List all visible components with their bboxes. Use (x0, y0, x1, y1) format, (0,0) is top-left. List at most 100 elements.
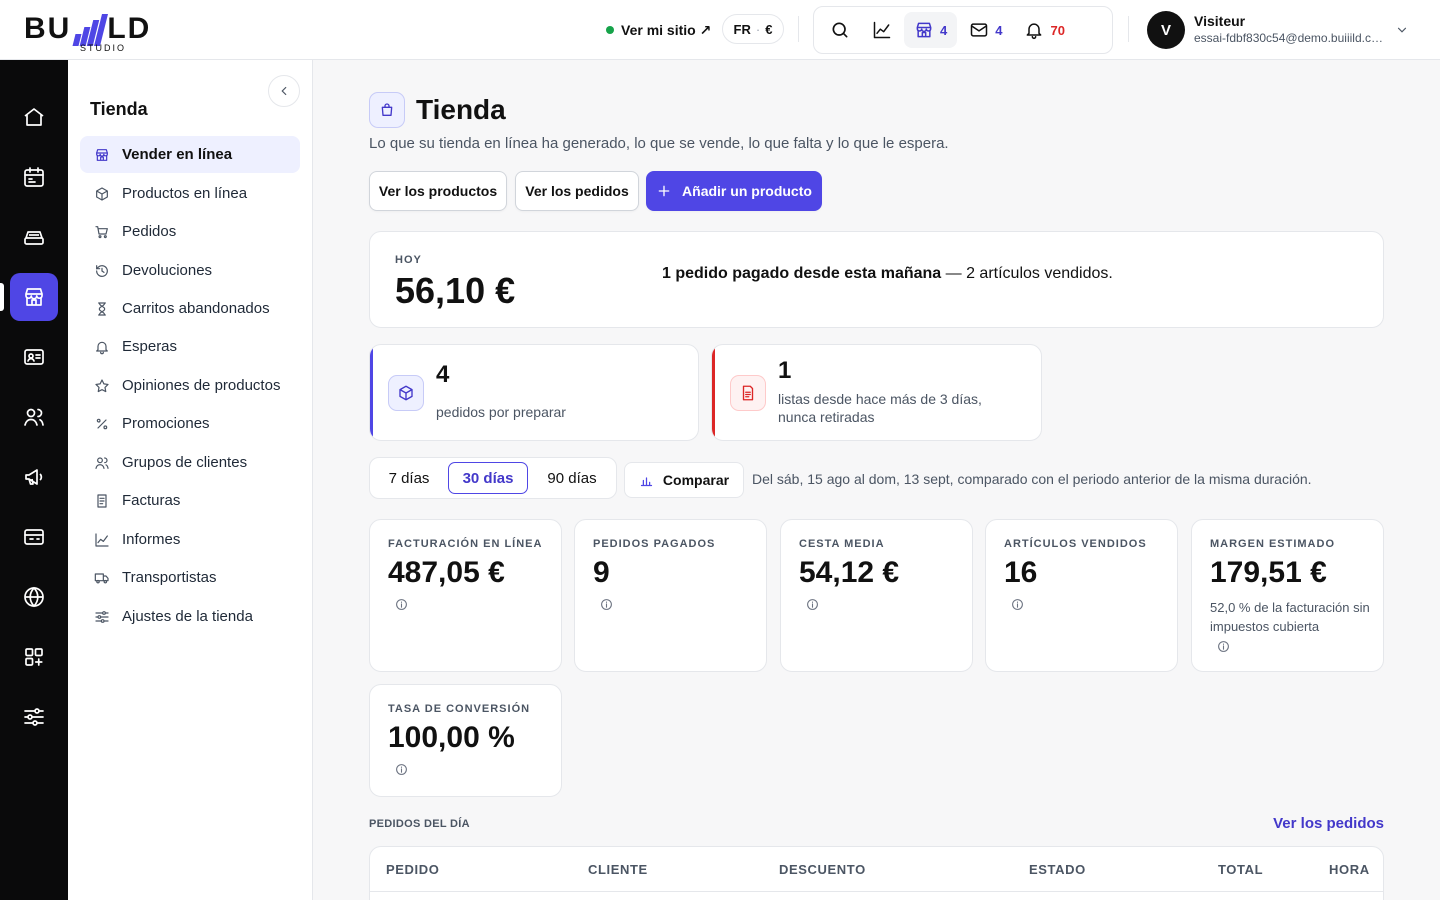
store-icon (22, 285, 46, 309)
today-summary-card: HOY 56,10 € 1 pedido pagado desde esta m… (369, 231, 1384, 328)
today-message-rest: — 2 artículos vendidos. (941, 265, 1113, 282)
rail-users[interactable] (10, 393, 58, 441)
hourglass-icon (94, 301, 110, 317)
rail-website[interactable] (10, 573, 58, 621)
view-orders-link[interactable]: Ver los pedidos (1273, 815, 1384, 832)
sidebar-item-abandoned-carts[interactable]: Carritos abandonados (80, 290, 300, 327)
globe-icon (22, 585, 46, 609)
bar-chart-icon (639, 473, 654, 488)
sidebar-item-returns[interactable]: Devoluciones (80, 252, 300, 289)
sidebar-item-orders[interactable]: Pedidos (80, 213, 300, 250)
rail-calendar[interactable] (10, 153, 58, 201)
sidebar-item-carriers[interactable]: Transportistas (80, 559, 300, 596)
brand-logo[interactable]: BU LD STUDIO (24, 8, 184, 53)
rail-store[interactable] (10, 273, 58, 321)
info-icon[interactable] (395, 598, 408, 611)
analytics-button[interactable] (862, 12, 902, 48)
info-icon[interactable] (395, 763, 408, 776)
mail-count-badge: 4 (995, 22, 1003, 38)
view-site-link[interactable]: Ver mi sitio ↗ (606, 19, 711, 41)
kpi-value: 9 (593, 556, 610, 589)
store-orders-button[interactable]: 4 (904, 12, 958, 48)
sidebar-item-promotions[interactable]: Promociones (80, 405, 300, 442)
period-90-days[interactable]: 90 días (532, 462, 612, 494)
sidebar-item-products[interactable]: Productos en línea (80, 175, 300, 212)
sidebar-item-reports[interactable]: Informes (80, 521, 300, 558)
info-icon[interactable] (1217, 640, 1230, 653)
sidebar-item-invoices[interactable]: Facturas (80, 482, 300, 519)
shopping-bag-icon (379, 102, 395, 118)
kpi-value: 487,05 € (388, 556, 505, 589)
info-icon[interactable] (1011, 598, 1024, 611)
user-menu[interactable]: V Visiteur essai-fdbf830c54@demo.buiiild… (1147, 11, 1417, 49)
alert-accent-bar (712, 345, 715, 440)
chart-line-icon (872, 20, 892, 40)
column-header-status[interactable]: ESTADO (1029, 862, 1086, 877)
sidebar-item-label: Carritos abandonados (122, 300, 270, 317)
logo-wordmark-right: LD (107, 12, 152, 45)
column-header-order[interactable]: PEDIDO (386, 862, 439, 877)
rail-contacts[interactable] (10, 333, 58, 381)
view-products-button[interactable]: Ver los productos (369, 171, 507, 211)
column-header-total[interactable]: TOTAL (1218, 862, 1263, 877)
sidebar-item-label: Devoluciones (122, 262, 213, 279)
store-icon (914, 20, 934, 40)
info-icon[interactable] (806, 598, 819, 611)
store-icon (94, 147, 110, 163)
messages-button[interactable]: 4 (959, 12, 1012, 48)
compare-button[interactable]: Comparar (624, 462, 744, 498)
online-status-dot (606, 26, 614, 34)
compare-label: Comparar (662, 472, 730, 488)
period-30-days[interactable]: 30 días (448, 462, 528, 494)
mail-icon (969, 20, 989, 40)
top-bar: BU LD STUDIO Ver mi sitio ↗ FR · € 4 4 7… (0, 0, 1440, 60)
info-icon[interactable] (600, 598, 613, 611)
user-email: essai-fdbf830c54@demo.buiiild.com (1194, 31, 1384, 45)
user-name: Visiteur (1194, 13, 1246, 29)
store-count-badge: 4 (940, 22, 948, 38)
kpi-label: MARGEN ESTIMADO (1210, 538, 1335, 550)
today-message-bold: 1 pedido pagado desde esta mañana (662, 265, 942, 282)
view-orders-button[interactable]: Ver los pedidos (515, 171, 639, 211)
orders-to-prepare-text: pedidos por preparar (436, 404, 566, 420)
star-icon (94, 378, 110, 394)
sidebar-item-store-settings[interactable]: Ajustes de la tienda (80, 598, 300, 635)
alert-icon-box (730, 375, 766, 411)
megaphone-icon (22, 465, 46, 489)
sidebar-item-label: Opiniones de productos (122, 377, 281, 394)
kpi-average-basket: CESTA MEDIA 54,12 € (780, 519, 973, 672)
sidebar-item-customer-groups[interactable]: Grupos de clientes (80, 444, 300, 481)
rail-home[interactable] (10, 93, 58, 141)
notifications-button[interactable]: 70 (1014, 12, 1074, 48)
kpi-label: PEDIDOS PAGADOS (593, 538, 716, 550)
view-site-label: Ver mi sitio ↗ (621, 21, 712, 38)
rail-marketing[interactable] (10, 453, 58, 501)
uncollected-orders-card[interactable]: 1 listas desde hace más de 3 días, nunca… (711, 344, 1042, 441)
app-rail (0, 60, 68, 900)
collapse-sidebar-button[interactable] (268, 75, 300, 107)
payments-icon (22, 525, 46, 549)
bell-icon (94, 339, 110, 355)
language-currency-selector[interactable]: FR · € (722, 14, 784, 44)
period-7-days[interactable]: 7 días (374, 462, 444, 494)
rail-payments[interactable] (10, 513, 58, 561)
currency-symbol: € (765, 21, 773, 37)
rail-apps[interactable] (10, 633, 58, 681)
rail-settings[interactable] (10, 693, 58, 741)
column-header-discount[interactable]: DESCUENTO (779, 862, 866, 877)
apps-add-icon (22, 645, 46, 669)
rail-inbox[interactable] (10, 213, 58, 261)
store-sidebar: Tienda Vender en línea Productos en líne… (68, 60, 313, 900)
column-header-customer[interactable]: CLIENTE (588, 862, 648, 877)
kpi-estimated-margin: MARGEN ESTIMADO 179,51 € 52,0 % de la fa… (1191, 519, 1384, 672)
rail-active-marker (0, 283, 4, 311)
users-icon (22, 405, 46, 429)
orders-to-prepare-card[interactable]: 4 pedidos por preparar (369, 344, 699, 441)
sidebar-item-reviews[interactable]: Opiniones de productos (80, 367, 300, 404)
sidebar-item-waitlists[interactable]: Esperas (80, 328, 300, 365)
sidebar-item-sell-online[interactable]: Vender en línea (80, 136, 300, 173)
column-header-time[interactable]: HORA (1329, 862, 1370, 877)
kpi-conversion-rate: TASA DE CONVERSIÓN 100,00 % (369, 684, 562, 797)
search-button[interactable] (820, 12, 860, 48)
add-product-button[interactable]: Añadir un producto (646, 171, 822, 211)
